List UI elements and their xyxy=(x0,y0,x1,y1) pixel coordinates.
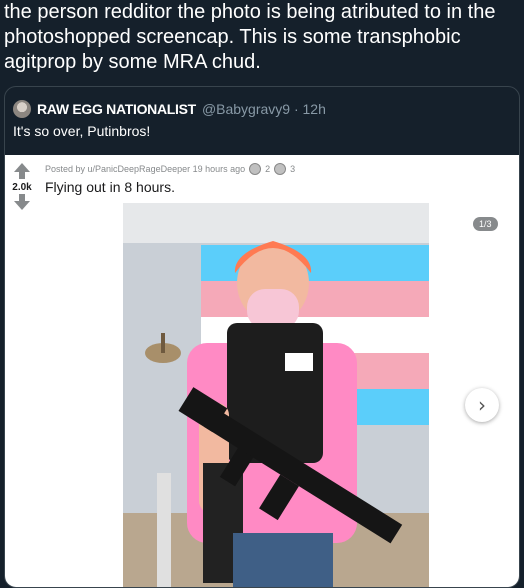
chevron-right-icon[interactable]: › xyxy=(465,388,499,422)
award-count-2: 3 xyxy=(290,164,296,174)
award-icon xyxy=(249,163,262,175)
gallery-counter: 1/3 xyxy=(473,217,498,231)
downvote-icon xyxy=(14,194,30,210)
post-photo xyxy=(123,203,429,587)
avatar[interactable] xyxy=(13,100,31,118)
reddit-screenshot: 2.0k Posted by u/PanicDeepRageDeeper 19 … xyxy=(5,155,519,587)
quoted-author-handle: @Babygravy9 · 12h xyxy=(201,101,326,117)
upvote-icon xyxy=(14,163,30,179)
vote-score: 2.0k xyxy=(12,182,32,193)
post-meta: Posted by u/PanicDeepRageDeeper 19 hours… xyxy=(45,163,295,175)
photo-illustration xyxy=(123,203,429,587)
vote-column: 2.0k xyxy=(9,163,35,210)
post-meta-text: Posted by u/PanicDeepRageDeeper 19 hours… xyxy=(45,164,246,174)
award-icon xyxy=(274,163,287,175)
award-count-1: 2 xyxy=(265,164,271,174)
tweet-text: the person redditor the photo is being a… xyxy=(4,1,496,73)
next-button-glyph: › xyxy=(478,393,486,417)
quoted-author-name[interactable]: RAW EGG NATIONALIST xyxy=(37,101,196,117)
post-title: Flying out in 8 hours. xyxy=(45,179,175,195)
quoted-tweet-text: It's so over, Putinbros! xyxy=(13,123,151,139)
quoted-tweet-card[interactable]: RAW EGG NATIONALIST @Babygravy9 · 12h It… xyxy=(4,86,520,588)
quoted-tweet-header: RAW EGG NATIONALIST @Babygravy9 · 12h xyxy=(13,99,326,119)
